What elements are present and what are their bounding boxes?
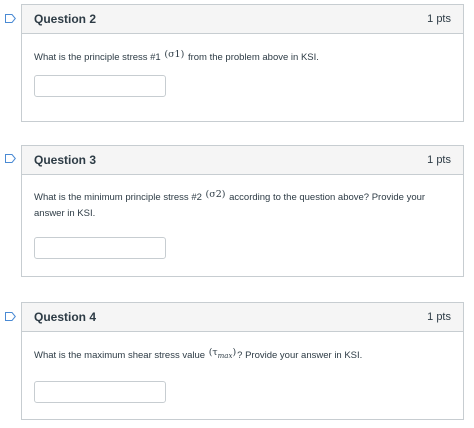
question-body: What is the minimum principle stress #2 … <box>22 175 463 259</box>
question-header: Question 4 1 pts <box>22 303 463 332</box>
paren-close: ) <box>232 347 237 358</box>
question-text-part: ? Provide your answer in KSI. <box>237 350 363 361</box>
answer-input[interactable] <box>34 75 166 97</box>
question-title: Question 4 <box>34 310 97 324</box>
max-subscript: max <box>217 351 233 360</box>
answer-input[interactable] <box>34 237 166 259</box>
tau-max-symbol: (τmax) <box>208 347 237 360</box>
question-points: 1 pts <box>427 13 451 25</box>
question-points: 1 pts <box>427 311 451 323</box>
question-text-part: from the problem above in KSI. <box>185 52 319 63</box>
question-title: Question 3 <box>34 153 97 167</box>
flag-question-icon[interactable] <box>5 14 16 23</box>
question-header: Question 2 1 pts <box>22 5 463 34</box>
question-card-4: Question 4 1 pts What is the maximum she… <box>21 302 464 420</box>
question-body: What is the principle stress #1 (σ1) fro… <box>22 34 463 97</box>
sigma2-symbol: (σ2) <box>205 189 226 200</box>
question-header: Question 3 1 pts <box>22 146 463 175</box>
question-points: 1 pts <box>427 154 451 166</box>
question-text-part: What is the principle stress #1 <box>34 52 164 63</box>
question-card-2: Question 2 1 pts What is the principle s… <box>21 4 464 122</box>
question-body: What is the maximum shear stress value (… <box>22 332 463 403</box>
question-text: What is the minimum principle stress #2 … <box>34 175 451 222</box>
flag-question-icon[interactable] <box>5 312 16 321</box>
tau-symbol: (τ <box>208 347 218 358</box>
answer-input[interactable] <box>34 380 166 403</box>
question-text: What is the maximum shear stress value (… <box>34 332 451 367</box>
question-text-part: What is the maximum shear stress value <box>34 350 208 361</box>
question-card-3: Question 3 1 pts What is the minimum pri… <box>21 145 464 277</box>
sigma1-symbol: (σ1) <box>164 49 185 60</box>
flag-question-icon[interactable] <box>5 154 16 163</box>
question-text-part: What is the minimum principle stress #2 <box>34 192 205 203</box>
question-text: What is the principle stress #1 (σ1) fro… <box>34 34 451 66</box>
question-title: Question 2 <box>34 12 97 26</box>
